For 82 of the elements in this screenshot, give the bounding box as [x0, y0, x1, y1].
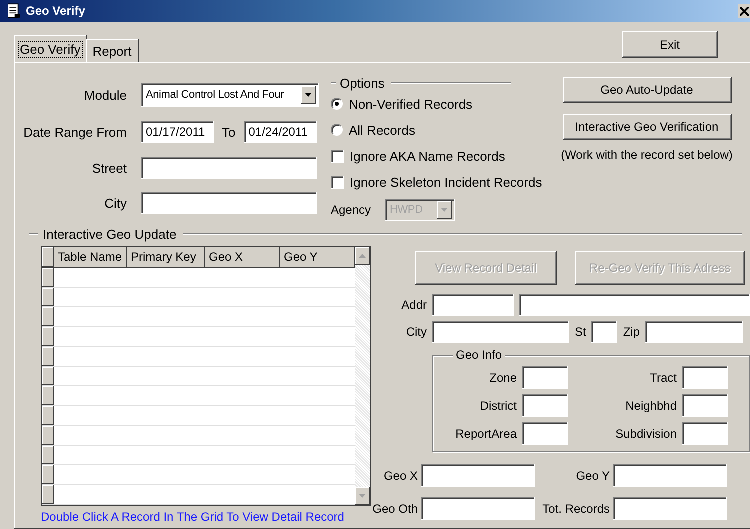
action-button[interactable]: Geo Auto-Update — [562, 77, 732, 103]
action-button[interactable]: Interactive Geo Verification — [562, 114, 732, 140]
text-field[interactable] — [421, 464, 535, 487]
row-header[interactable] — [42, 346, 54, 366]
field-label: Module — [83, 88, 127, 102]
date-field[interactable]: 01/17/2011 — [141, 121, 214, 143]
street-field[interactable] — [141, 157, 317, 179]
text-field[interactable] — [682, 422, 728, 445]
field-label: City — [405, 325, 427, 339]
group-title: Geo Info — [453, 348, 506, 362]
field-label: St — [575, 325, 586, 339]
address-street-field[interactable] — [519, 294, 750, 316]
field-label: Date Range From — [22, 124, 127, 140]
text-field[interactable] — [522, 422, 568, 445]
hint-text: Double Click A Record In The Grid To View Detail Record — [41, 510, 346, 524]
row-header[interactable] — [42, 307, 54, 326]
window-title: Geo Verify — [26, 4, 86, 18]
column-header[interactable]: Table Name — [54, 247, 127, 267]
row-header[interactable] — [42, 366, 54, 386]
section-title: Interactive Geo Update — [43, 226, 177, 242]
row-header[interactable] — [42, 446, 54, 464]
row-header[interactable] — [42, 268, 54, 287]
row-header[interactable] — [42, 426, 54, 445]
text-field[interactable] — [421, 497, 535, 520]
field-label: Geo Y — [575, 468, 610, 482]
row-header[interactable] — [42, 465, 54, 484]
field-label: District — [479, 398, 517, 412]
field-label: Street — [91, 160, 127, 176]
row-header[interactable] — [42, 485, 54, 504]
tab[interactable]: Report — [86, 39, 139, 62]
field-label: Agency — [331, 203, 372, 217]
checkbox[interactable] — [331, 150, 344, 162]
option-label: Ignore Skeleton Incident Records — [350, 174, 542, 190]
close-icon[interactable] — [738, 4, 750, 18]
text-field[interactable] — [522, 394, 568, 417]
row-header[interactable] — [42, 247, 54, 267]
group-title: Options — [340, 76, 385, 90]
record-grid[interactable]: Table Name Primary Key Geo X Geo Y — [41, 246, 371, 506]
field-label: Zip — [623, 325, 640, 339]
column-header[interactable]: Primary Key — [127, 247, 205, 267]
column-header[interactable]: Geo Y — [280, 247, 355, 267]
radio-button[interactable] — [331, 124, 343, 136]
note-text: (Work with the record set below) — [561, 148, 733, 162]
field-label: Subdivision — [614, 426, 677, 440]
radio-button[interactable] — [331, 98, 343, 110]
document-icon — [8, 3, 20, 19]
city-field[interactable] — [141, 192, 317, 214]
column-header[interactable]: Geo X — [205, 247, 280, 267]
text-field[interactable] — [613, 497, 727, 520]
row-header[interactable] — [42, 386, 54, 406]
checkbox[interactable] — [331, 176, 344, 188]
field-label: City — [104, 196, 127, 210]
scroll-up-icon[interactable] — [355, 247, 370, 265]
address-number-field[interactable] — [432, 294, 514, 316]
field-label: To — [222, 124, 236, 140]
state-field[interactable] — [591, 321, 618, 343]
field-label: Geo Oth — [372, 502, 418, 516]
text-field[interactable] — [682, 394, 728, 417]
zip-field[interactable] — [645, 321, 744, 343]
field-label: Addr — [400, 298, 427, 312]
date-field[interactable]: 01/24/2011 — [244, 121, 317, 143]
field-label: Neighbhd — [624, 398, 677, 412]
scroll-down-icon[interactable] — [355, 487, 370, 505]
field-label: Geo X — [382, 468, 418, 482]
row-header[interactable] — [42, 327, 54, 346]
field-label: Tot. Records — [542, 502, 610, 516]
option-label: Ignore AKA Name Records — [350, 148, 506, 164]
text-field[interactable] — [682, 366, 728, 389]
field-label: ReportArea — [454, 426, 517, 440]
exit-button[interactable]: Exit — [622, 31, 718, 58]
row-header[interactable] — [42, 406, 54, 425]
row-header[interactable] — [42, 288, 54, 306]
option-label: Non-Verified Records — [349, 96, 473, 112]
field-label: Zone — [488, 370, 517, 384]
text-field[interactable] — [613, 464, 727, 487]
module-dropdown[interactable]: Animal Control Lost And Four — [141, 83, 319, 107]
city-field[interactable] — [432, 321, 569, 343]
field-label: Tract — [649, 370, 677, 384]
text-field[interactable] — [522, 366, 568, 389]
tab[interactable]: Geo Verify — [14, 35, 87, 62]
option-label: All Records — [349, 122, 416, 138]
scrollbar[interactable] — [355, 247, 370, 505]
